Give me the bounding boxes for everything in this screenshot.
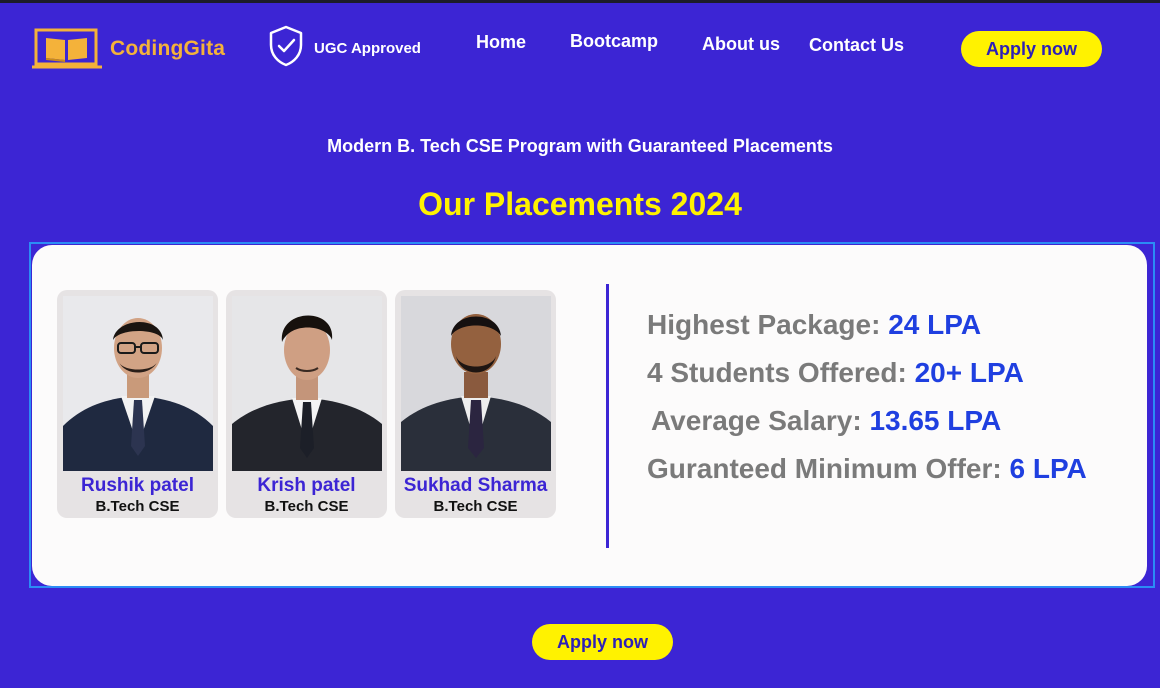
stat-value: 20+ LPA <box>914 357 1024 388</box>
student-card: Rushik patel B.Tech CSE <box>57 290 218 518</box>
header-apply-label: Apply now <box>986 38 1077 59</box>
window-top-border <box>0 0 1160 3</box>
stat-students-offered: 4 Students Offered: 20+ LPA <box>647 357 1024 389</box>
student-photo <box>232 296 382 471</box>
stat-minimum-offer: Guranteed Minimum Offer: 6 LPA <box>647 453 1087 485</box>
stat-average-salary: Average Salary: 13.65 LPA <box>651 405 1001 437</box>
stat-highest-package: Highest Package: 24 LPA <box>647 309 981 341</box>
student-degree: B.Tech CSE <box>264 498 349 515</box>
header-apply-button[interactable]: Apply now <box>961 31 1102 67</box>
ugc-badge: UGC Approved <box>268 25 421 72</box>
student-name: Rushik patel <box>81 475 194 496</box>
nav-bootcamp[interactable]: Bootcamp <box>570 31 658 52</box>
student-degree: B.Tech CSE <box>433 498 518 515</box>
footer-apply-button[interactable]: Apply now <box>532 624 673 660</box>
stat-label: Highest Package: <box>647 309 881 340</box>
shield-check-icon <box>268 25 304 72</box>
card-divider <box>606 284 609 548</box>
stat-label: Guranteed Minimum Offer: <box>647 453 1002 484</box>
stat-value: 6 LPA <box>1009 453 1087 484</box>
student-card: Sukhad Sharma B.Tech CSE <box>395 290 556 518</box>
student-card: Krish patel B.Tech CSE <box>226 290 387 518</box>
stat-value: 24 LPA <box>888 309 982 340</box>
student-photo <box>63 296 213 471</box>
stat-label: Average Salary: <box>651 405 862 436</box>
student-photo <box>401 296 551 471</box>
brand-name: CodingGita <box>110 37 226 60</box>
stat-label: 4 Students Offered: <box>647 357 907 388</box>
placements-title: Our Placements 2024 <box>418 186 742 222</box>
nav-contact-us[interactable]: Contact Us <box>809 35 904 56</box>
program-subtitle: Modern B. Tech CSE Program with Guarante… <box>327 136 833 156</box>
ugc-badge-label: UGC Approved <box>314 40 421 57</box>
student-name: Sukhad Sharma <box>403 475 548 496</box>
footer-apply-label: Apply now <box>557 631 648 652</box>
book-logo-icon <box>32 27 102 71</box>
stat-value: 13.65 LPA <box>869 405 1002 436</box>
student-degree: B.Tech CSE <box>95 498 180 515</box>
brand-logo[interactable]: CodingGita <box>32 27 225 71</box>
nav-about-us[interactable]: About us <box>702 34 780 55</box>
student-name: Krish patel <box>257 475 356 496</box>
nav-home[interactable]: Home <box>476 32 526 53</box>
